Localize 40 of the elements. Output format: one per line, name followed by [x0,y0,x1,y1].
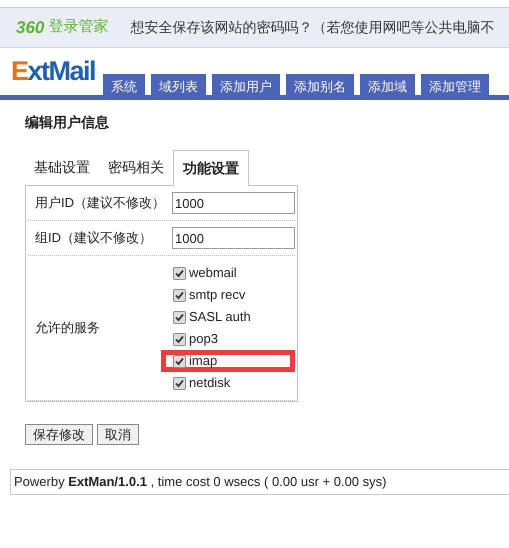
page-title: 编辑用户信息 [25,113,110,132]
footer: Powerby ExtMan/1.0.1 , time cost 0 wsecs ( 0.00 usr + 0.00 sys) [10,469,509,495]
logo-text: 登录管家 [48,17,108,38]
tab[interactable]: 功能设置 [173,150,249,186]
checkbox[interactable] [173,332,186,346]
input-field[interactable]: 1000 [172,192,295,214]
nav-tab[interactable]: 添加别名 [286,74,354,95]
nav-tab[interactable]: 域列表 [151,74,206,95]
input-field[interactable]: 1000 [172,227,295,249]
check-icon [175,334,184,344]
checkbox-label: netdisk [189,374,230,392]
nav-tab[interactable]: 添加管理 [421,74,490,95]
checkbox[interactable] [173,376,186,390]
nav-tab[interactable]: 添加域 [360,74,416,95]
checkbox-label: SASL auth [189,308,251,326]
checkbox-label: smtp recv [189,286,246,304]
check-icon [175,268,184,278]
tab[interactable]: 密码相关 [99,149,173,185]
check-icon [175,378,184,388]
checkbox[interactable] [173,266,186,280]
field-label: 组ID（建议不修改） [34,229,153,248]
logo-number: 360 [16,16,44,39]
check-icon [175,356,184,366]
checkbox-label: pop3 [189,330,218,348]
nav-tab[interactable]: 添加用户 [212,74,280,95]
check-icon [175,312,184,322]
field-label: 用户ID（建议不修改） [34,194,166,212]
form-button[interactable]: 取消 [97,424,139,445]
form-button[interactable]: 保存修改 [25,424,93,445]
save-password-prompt: 想安全保存该网站的密码吗？（若您使用网吧等公共电脑不 [130,18,494,37]
services-label: 允许的服务 [34,319,101,338]
checkbox[interactable] [173,354,186,368]
nav-tab[interactable]: 系统 [103,74,146,95]
checkbox[interactable] [173,288,186,302]
tab[interactable]: 基础设置 [25,149,99,185]
logo: ExtMail [11,58,96,85]
checkbox[interactable] [173,310,186,324]
check-icon [175,290,184,300]
checkbox-label: webmail [189,264,237,282]
checkbox-label: imap [189,352,218,370]
